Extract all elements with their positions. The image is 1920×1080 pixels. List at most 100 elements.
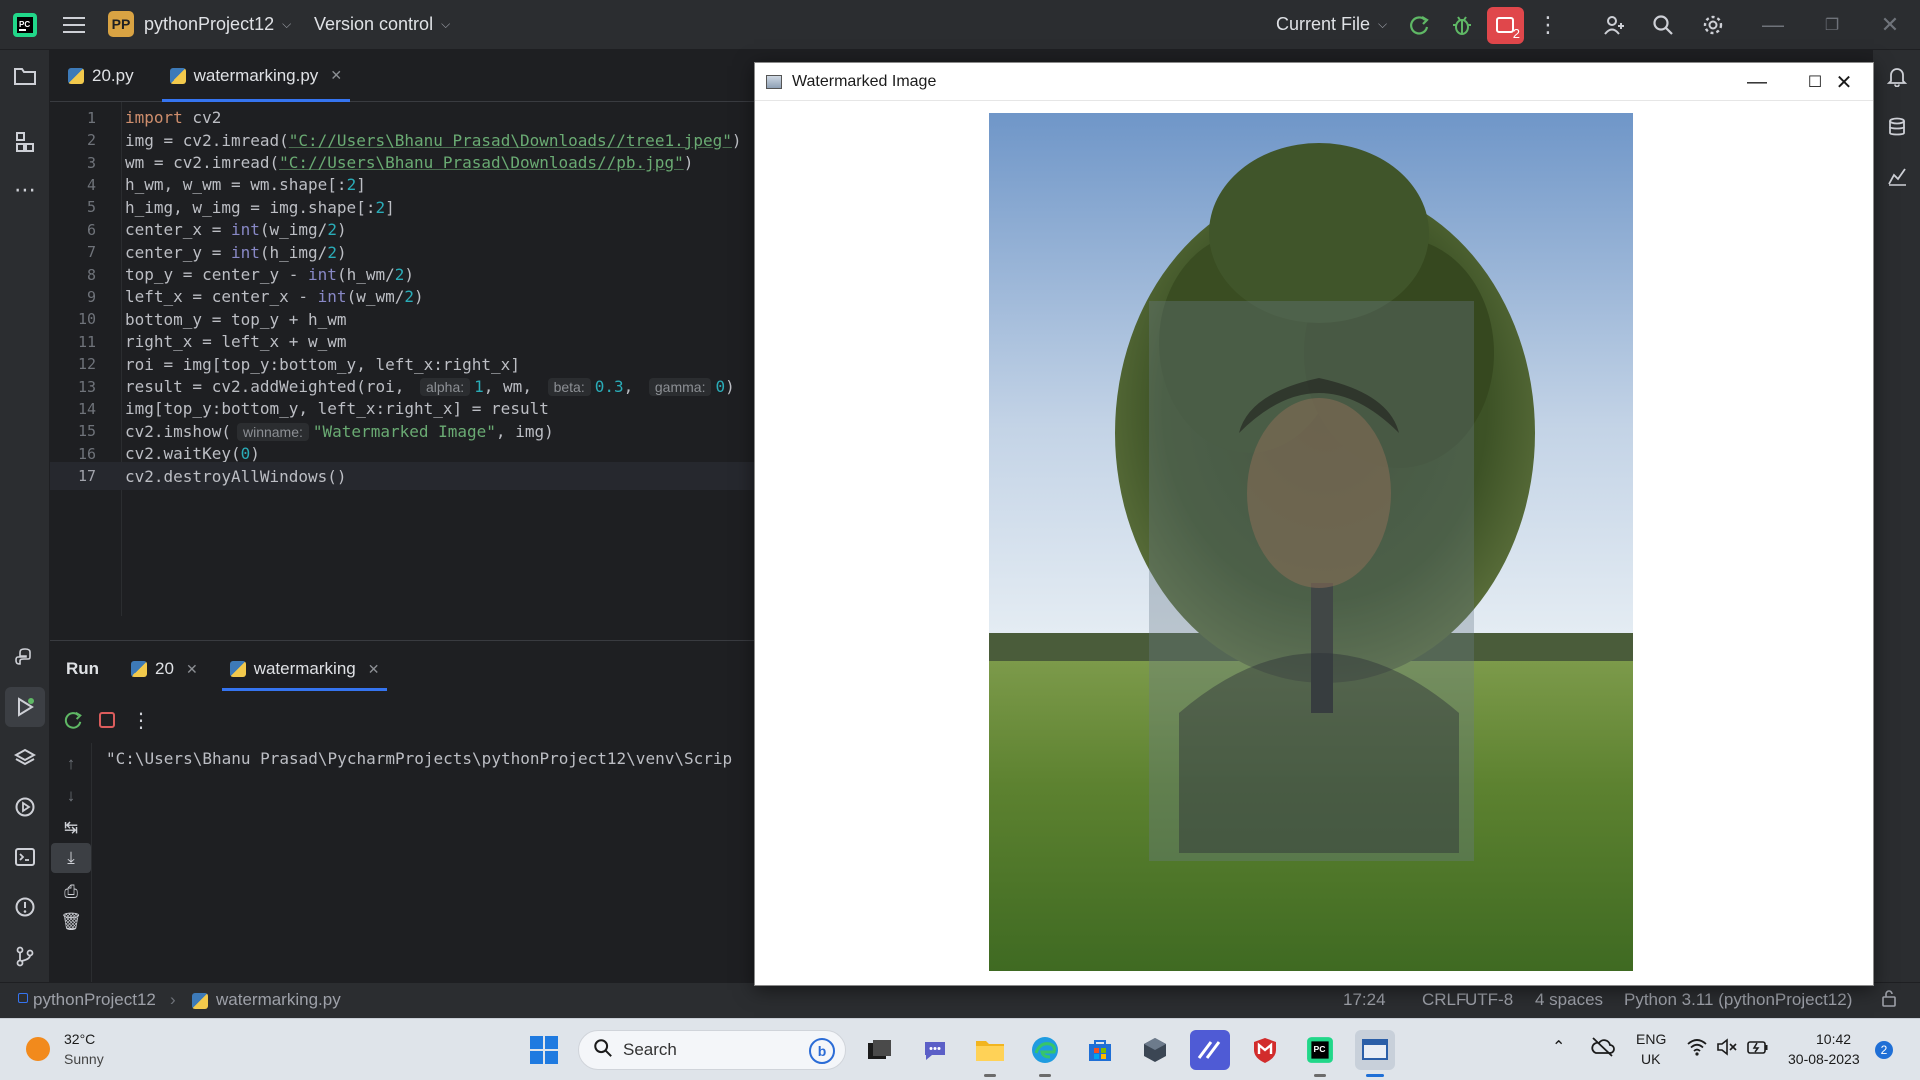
notification-count-badge[interactable]: 2: [1875, 1041, 1893, 1059]
volume-muted-icon[interactable]: [1716, 1037, 1738, 1062]
running-processes-button[interactable]: 2: [1487, 7, 1524, 44]
app-cube-icon[interactable]: [1135, 1030, 1175, 1070]
show-hidden-icons-chevron-icon[interactable]: ⌃: [1552, 1037, 1565, 1057]
settings-gear-icon[interactable]: [1693, 5, 1733, 45]
teams-chat-icon[interactable]: [915, 1030, 955, 1070]
line-number: 16: [77, 444, 96, 463]
visual-studio-app-icon[interactable]: [1190, 1030, 1230, 1070]
line-number: 3: [86, 153, 96, 172]
weather-temp[interactable]: 32°C: [64, 1031, 95, 1047]
mcafee-shield-icon[interactable]: [1245, 1030, 1285, 1070]
notifications-bell-icon[interactable]: [1877, 56, 1917, 96]
tab-20-py[interactable]: 20.py: [50, 50, 152, 102]
input-language[interactable]: ENG: [1636, 1031, 1666, 1047]
run-tool-icon[interactable]: [5, 687, 45, 727]
file-encoding[interactable]: UTF-8: [1465, 990, 1513, 1010]
lock-icon[interactable]: [1880, 989, 1898, 1012]
project-selector[interactable]: PP pythonProject12 ⌵: [108, 11, 291, 37]
code-editor[interactable]: 1 import cv2 2 img = cv2.imread("C://Users\…: [50, 102, 754, 616]
rerun-icon[interactable]: [1399, 5, 1439, 45]
soft-wrap-icon[interactable]: ↹: [51, 813, 91, 843]
pycharm-logo-icon[interactable]: PC: [12, 12, 38, 38]
wifi-icon[interactable]: [1686, 1037, 1708, 1062]
taskbar-search-box[interactable]: Search b: [578, 1030, 846, 1070]
code-text: img = cv2.imread("C://Users\Bhanu Prasad…: [125, 130, 742, 150]
weather-sun-icon[interactable]: [26, 1037, 50, 1061]
project-badge: PP: [108, 11, 134, 37]
tab-close-icon[interactable]: ✕: [330, 67, 342, 84]
breadcrumb-chevron-icon: ›: [170, 990, 176, 1009]
run-tab-label: watermarking: [253, 659, 356, 678]
file-explorer-icon[interactable]: [970, 1030, 1010, 1077]
structure-icon[interactable]: [5, 122, 45, 162]
debug-bug-icon[interactable]: [1442, 5, 1482, 45]
windows-start-icon[interactable]: [524, 1030, 564, 1070]
code-text: cv2.waitKey(0): [125, 444, 260, 464]
window-close-icon[interactable]: ✕: [1815, 63, 1873, 101]
window-app-icon: [766, 74, 782, 89]
indent-setting[interactable]: 4 spaces: [1535, 990, 1603, 1010]
running-count-badge: 2: [1512, 26, 1520, 41]
print-icon[interactable]: ⎙: [51, 877, 91, 907]
onedrive-offline-icon[interactable]: [1590, 1035, 1616, 1062]
layers-icon[interactable]: [5, 738, 45, 778]
line-ending[interactable]: CRLF: [1422, 990, 1466, 1010]
project-folder-icon[interactable]: [5, 56, 45, 96]
python-file-icon: [68, 67, 84, 84]
more-actions-icon[interactable]: ⋮: [1528, 5, 1568, 45]
watermarked-image-window[interactable]: Watermarked Image — ☐ ✕: [754, 62, 1874, 986]
more-actions-icon[interactable]: ⋮: [124, 703, 158, 737]
trash-icon[interactable]: 🗑: [51, 907, 91, 937]
sciview-chart-icon[interactable]: [1877, 156, 1917, 196]
database-icon[interactable]: [1877, 107, 1917, 147]
stop-icon[interactable]: [90, 703, 124, 737]
opencv-window-taskbar-icon[interactable]: [1355, 1030, 1395, 1077]
services-icon[interactable]: [5, 787, 45, 827]
terminal-icon[interactable]: [5, 837, 45, 877]
window-minimize-icon[interactable]: —: [1728, 63, 1786, 101]
console-output[interactable]: "C:\Users\Bhanu Prasad\PycharmProjects\p…: [106, 749, 732, 768]
git-branch-icon[interactable]: [5, 936, 45, 976]
run-tab-watermarking[interactable]: watermarking ✕: [214, 641, 396, 697]
tab-close-icon[interactable]: ✕: [368, 661, 380, 678]
weather-desc[interactable]: Sunny: [64, 1051, 104, 1067]
code-line[interactable]: 17 cv2.destroyAllWindows(): [50, 462, 754, 490]
version-control-menu[interactable]: Version control ⌵: [314, 14, 450, 35]
task-view-icon[interactable]: [860, 1030, 900, 1070]
scroll-to-end-icon[interactable]: ⤓: [51, 843, 91, 873]
scroll-up-arrow-icon[interactable]: ↑: [51, 749, 91, 779]
problems-icon[interactable]: [5, 887, 45, 927]
main-menu-icon[interactable]: [54, 5, 94, 45]
clock-date[interactable]: 30-08-2023: [1788, 1051, 1860, 1067]
tab-label: 20.py: [92, 65, 134, 85]
run-tab-20[interactable]: 20 ✕: [115, 641, 214, 697]
svg-text:PC: PC: [19, 20, 30, 29]
python-interpreter[interactable]: Python 3.11 (pythonProject12): [1624, 990, 1852, 1010]
restore-icon[interactable]: ❐: [1812, 5, 1852, 45]
clock-time[interactable]: 10:42: [1816, 1031, 1851, 1047]
close-icon[interactable]: ✕: [1870, 5, 1910, 45]
rerun-icon[interactable]: [56, 703, 90, 737]
tab-close-icon[interactable]: ✕: [186, 661, 198, 678]
chevron-down-icon: ⌵: [282, 16, 292, 31]
input-region[interactable]: UK: [1641, 1051, 1660, 1067]
edge-browser-icon[interactable]: [1025, 1030, 1065, 1077]
run-config-selector[interactable]: Current File ⌵: [1276, 14, 1387, 35]
microsoft-store-icon[interactable]: [1080, 1030, 1120, 1070]
code-text: h_wm, w_wm = wm.shape[:2]: [125, 175, 366, 195]
scroll-down-arrow-icon[interactable]: ↓: [51, 781, 91, 811]
python-console-icon[interactable]: [5, 638, 45, 678]
breadcrumb-project[interactable]: pythonProject12: [33, 990, 156, 1010]
breadcrumb-file[interactable]: watermarking.py: [216, 990, 341, 1010]
search-icon[interactable]: [1643, 5, 1683, 45]
add-user-icon[interactable]: [1594, 5, 1634, 45]
tab-watermarking-py[interactable]: watermarking.py ✕: [152, 50, 360, 102]
more-tools-icon[interactable]: ⋯: [5, 170, 45, 210]
pycharm-taskbar-icon[interactable]: PC: [1300, 1030, 1340, 1077]
run-tab-bar: Run 20 ✕ watermarking ✕: [50, 641, 754, 697]
image-window-titlebar[interactable]: Watermarked Image — ☐ ✕: [755, 63, 1873, 101]
caret-position[interactable]: 17:24: [1343, 990, 1386, 1010]
run-tab-label: 20: [155, 659, 174, 678]
battery-charging-icon[interactable]: [1746, 1037, 1770, 1062]
minimize-icon[interactable]: —: [1753, 5, 1793, 45]
